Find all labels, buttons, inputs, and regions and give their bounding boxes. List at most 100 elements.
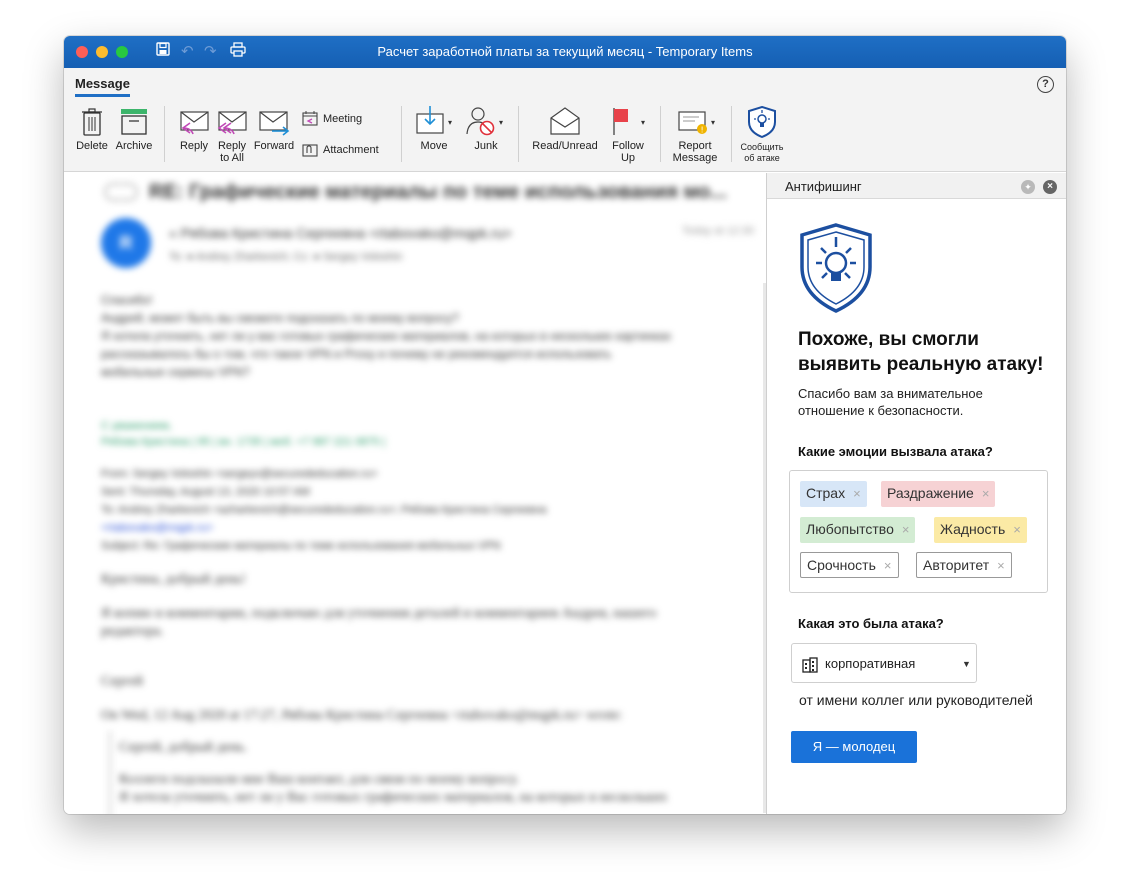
follow-up-button[interactable]: ▾ Follow Up: [604, 106, 652, 164]
report-message-icon: !▾: [678, 111, 715, 135]
junk-icon: ▾: [466, 107, 503, 136]
reply-all-icon: [217, 111, 247, 135]
email-body-line: Андрей, может быть вы сможете подсказать…: [101, 311, 459, 325]
report-message-button[interactable]: ! ▾ Report Message: [666, 106, 724, 164]
emotion-tag-greed[interactable]: Жадность ×: [934, 517, 1027, 543]
email-reading-pane[interactable]: RE: Графические материалы по теме исполь…: [64, 173, 766, 814]
email-quote-line: Сергей, добрый день.: [119, 740, 248, 755]
tag-remove-icon[interactable]: ×: [982, 486, 990, 501]
flag-icon: ▾: [613, 108, 645, 135]
reply-icon: [180, 111, 209, 135]
junk-button[interactable]: ▾ Junk: [462, 106, 510, 152]
trash-icon: [82, 108, 102, 136]
antiphishing-panel: Антифишинг ✦ × Похоже, вы смогли выявить…: [767, 173, 1066, 814]
email-blurred-content: RE: Графические материалы по теме исполь…: [64, 173, 766, 814]
tag-remove-icon[interactable]: ×: [853, 486, 861, 501]
avatar: R: [101, 218, 151, 268]
chevron-down-icon: ▼: [962, 659, 971, 669]
window-title: Расчет заработной платы за текущий месяц…: [377, 44, 753, 59]
pin-icon[interactable]: ✦: [1021, 180, 1035, 194]
email-paragraph-line: редактора.: [101, 624, 164, 639]
help-icon[interactable]: ?: [1037, 76, 1054, 93]
reply-all-label-1: Reply: [217, 140, 247, 152]
delete-button[interactable]: Delete: [74, 108, 110, 152]
envelope-open-icon: [550, 107, 580, 135]
email-from: « Рябова Кристина Сергеевна <rtabovako@m…: [169, 225, 512, 241]
panel-title: Антифишинг: [785, 179, 862, 194]
submit-button[interactable]: Я — молодец: [791, 731, 917, 763]
email-header-line: From: Sergey Voloshin <sergeyv@secureded…: [101, 468, 378, 480]
attachment-button[interactable]: Attachment: [302, 143, 379, 157]
email-body-line: Я хотела уточнить, нет ли у вас готовых …: [101, 329, 672, 343]
archive-button[interactable]: Archive: [114, 108, 154, 152]
panel-headline: Похоже, вы смогли выявить реальную атаку…: [798, 329, 1044, 375]
tag-label: Страх: [806, 485, 846, 501]
svg-text:!: !: [701, 126, 704, 135]
read-unread-button[interactable]: Read/Unread: [530, 106, 600, 152]
emotions-question: Какие эмоции вызвала атака?: [798, 444, 993, 459]
attack-type-question: Какая это была атака?: [798, 616, 944, 631]
email-header-line: Subject: Re: Графические материалы по те…: [101, 540, 501, 552]
email-recipients: To: ● Andrey Zharkevich; Cc: ● Sergey Vo…: [169, 251, 403, 263]
ribbon-divider: [164, 106, 165, 162]
forward-icon: [259, 111, 290, 136]
close-icon[interactable]: ×: [1043, 180, 1057, 194]
tag-remove-icon[interactable]: ×: [884, 558, 892, 573]
archive-icon: [121, 109, 147, 135]
emotion-tag-irritation[interactable]: Раздражение ×: [881, 481, 996, 507]
tag-remove-icon[interactable]: ×: [1013, 522, 1021, 537]
attachment-label: Attachment: [323, 144, 379, 156]
emotion-tag-fear[interactable]: Страх ×: [800, 481, 867, 507]
email-greeting: Кристина, добрый день!: [101, 572, 246, 587]
email-subject: RE: Графические материалы по теме исполь…: [149, 181, 727, 203]
email-time: Today at 12:30: [682, 225, 755, 237]
forward-button[interactable]: Forward: [252, 109, 296, 152]
svg-text:▾: ▾: [641, 118, 645, 127]
forward-label: Forward: [253, 140, 295, 152]
archive-label: Archive: [115, 140, 153, 152]
mail-window: ↶ ↷ Расчет заработной платы за текущий м…: [64, 36, 1066, 814]
tag-remove-icon[interactable]: ×: [997, 558, 1005, 573]
email-header-line: <rtabovako@mqpk.ru>: [101, 522, 214, 534]
meeting-label: Meeting: [323, 112, 363, 125]
title-bar: ↶ ↷ Расчет заработной платы за текущий м…: [64, 36, 1066, 68]
email-quote-line: Я хотела уточнить, нет ли у Вас готовых …: [119, 790, 668, 805]
move-button[interactable]: ▾ Move: [408, 106, 460, 152]
panel-header: Антифишинг ✦ ×: [767, 173, 1066, 199]
email-quote-line: Коллеги подсказали мне Ваш контакт, для …: [119, 772, 519, 787]
email-signature-line: Рябова Кристина | 95 | вн. 1735 | моб. +…: [101, 436, 386, 448]
report-attack-button[interactable]: Сообщить об атаке: [734, 106, 790, 164]
attack-type-select[interactable]: корпоративная ▼: [791, 643, 977, 683]
tag-label: Раздражение: [887, 485, 974, 501]
tab-message[interactable]: Message: [75, 76, 130, 97]
svg-text:▾: ▾: [499, 118, 503, 127]
svg-text:▾: ▾: [711, 118, 715, 127]
antiphishing-shield-icon: [748, 106, 776, 138]
emotion-tag-curiosity[interactable]: Любопытство ×: [800, 517, 916, 543]
read-unread-label: Read/Unread: [532, 140, 598, 152]
email-body-line: рассказывалось бы о том, что такое VPN и…: [101, 347, 612, 361]
report-message-label-2: Message: [672, 152, 718, 164]
svg-text:▾: ▾: [448, 118, 452, 127]
tag-remove-icon[interactable]: ×: [902, 522, 910, 537]
reply-all-label-2: to All: [220, 152, 244, 164]
calendar-icon: [302, 111, 318, 126]
email-quote-attribution: On Wed, 12 Aug 2020 at 17:27, Рябова Кри…: [101, 708, 623, 723]
follow-up-label-2: Up: [620, 152, 636, 164]
emotion-tag-authority[interactable]: Авторитет ×: [916, 552, 1012, 578]
report-message-label-1: Report: [678, 140, 712, 152]
move-label: Move: [420, 140, 448, 152]
antiphishing-logo: [800, 223, 872, 313]
email-sender-name: Сергей: [101, 674, 143, 689]
email-header-line: To: Andrey Zharkevich <azharkevich@secur…: [101, 504, 547, 516]
reply-all-button[interactable]: Reply to All: [214, 109, 250, 164]
email-body-line: мобильные сервисы VPN?: [101, 365, 250, 379]
meeting-button[interactable]: Meeting: [302, 111, 362, 126]
reply-button[interactable]: Reply: [176, 109, 212, 152]
emotion-tag-urgency[interactable]: Срочность ×: [800, 552, 899, 578]
attack-type-value: корпоративная: [825, 656, 916, 671]
ribbon-divider: [660, 106, 661, 162]
tag-label: Жадность: [940, 521, 1006, 537]
report-attack-label-1: Сообщить: [740, 142, 784, 152]
emotion-tags-box[interactable]: Страх × Раздражение × Любопытство × Жадност…: [789, 470, 1048, 593]
